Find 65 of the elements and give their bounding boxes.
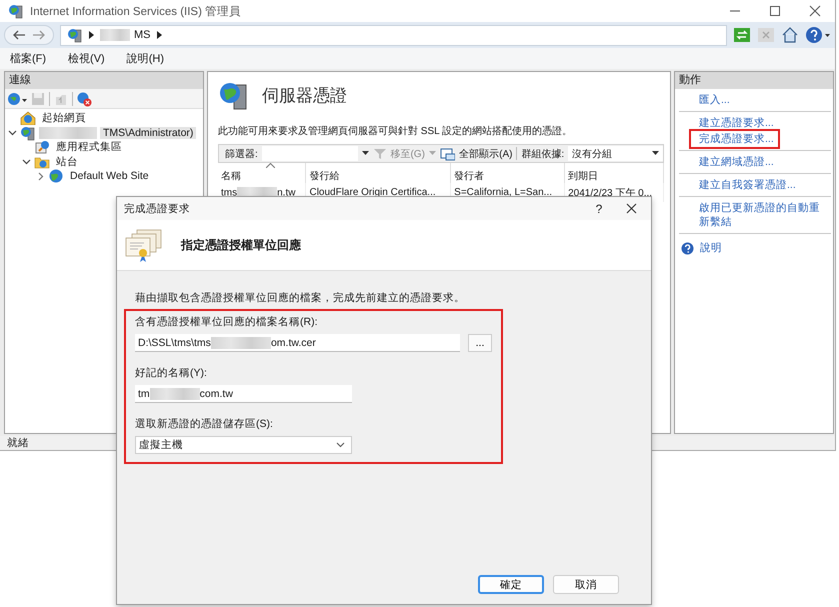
- refresh-icon[interactable]: [733, 27, 751, 43]
- tree-item[interactable]: 起始網頁: [39, 111, 89, 126]
- chevron-down-icon[interactable]: [22, 157, 30, 166]
- tree-item[interactable]: 應用程式集區: [53, 140, 125, 154]
- tree-item[interactable]: TMS\Administrator): [100, 126, 196, 139]
- action-link[interactable]: 啟用已更新憑證的自動重新繫結: [679, 200, 831, 230]
- server-icon: [20, 124, 36, 141]
- chevron-down-icon: [336, 442, 345, 448]
- page-title: 伺服器憑證: [262, 84, 347, 106]
- cancel-button[interactable]: 取消: [553, 575, 619, 594]
- dialog-heading: 指定憑證授權單位回應: [181, 236, 301, 254]
- certificate-icon: [123, 227, 163, 263]
- blurred-region: [150, 388, 200, 400]
- help-icon: [681, 242, 694, 254]
- sites-folder-icon: [34, 154, 50, 169]
- menu-item[interactable]: 檢視(V): [68, 51, 105, 66]
- server-icon: [67, 27, 83, 43]
- browse-button[interactable]: ...: [468, 334, 492, 352]
- window-title: Internet Information Services (IIS) 管理員: [30, 4, 242, 18]
- home-icon[interactable]: [781, 27, 799, 43]
- column-header[interactable]: 名稱: [218, 163, 306, 183]
- close-icon[interactable]: [809, 5, 821, 17]
- file-path-field[interactable]: D:\SSL\tms\tms om.tw.cer: [135, 334, 460, 352]
- breadcrumb-item[interactable]: MS: [134, 29, 150, 41]
- pane-header: 動作: [675, 72, 833, 89]
- tree-item[interactable]: Default Web Site: [67, 170, 152, 182]
- action-link[interactable]: 建立自我簽署憑證...: [679, 177, 800, 193]
- action-link[interactable]: 完成憑證要求...: [691, 131, 778, 147]
- field-label: 含有憑證授權單位回應的檔案名稱(R):: [135, 315, 318, 329]
- column-header[interactable]: 發行給: [306, 163, 451, 183]
- help-link[interactable]: 說明: [700, 241, 722, 255]
- caret-icon[interactable]: [156, 31, 162, 39]
- field-label: 好記的名稱(Y):: [135, 366, 208, 380]
- action-link[interactable]: 匯入...: [679, 92, 734, 108]
- back-button[interactable]: [11, 28, 27, 42]
- action-link[interactable]: 建立憑證要求...: [679, 115, 778, 131]
- field-label: 選取新憑證的憑證儲存區(S):: [135, 417, 274, 431]
- column-header[interactable]: 到期日: [564, 163, 664, 183]
- store-select[interactable]: 虛擬主機: [135, 436, 352, 454]
- dialog-title: 完成憑證要求: [124, 202, 191, 216]
- pane-header: 連線: [5, 72, 203, 89]
- globe-icon[interactable]: [7, 90, 27, 106]
- menu-item[interactable]: 說明(H): [126, 51, 164, 66]
- menu-item[interactable]: 檔案(F): [10, 51, 46, 66]
- action-link[interactable]: 建立網域憑證...: [679, 154, 778, 170]
- blurred-region: [210, 336, 271, 348]
- maximize-icon[interactable]: [769, 5, 781, 17]
- chevron-right-icon[interactable]: [36, 172, 44, 181]
- friendly-name-field[interactable]: tm com.tw: [135, 385, 352, 403]
- tree-item[interactable]: 站台: [53, 154, 81, 169]
- chevron-down-icon[interactable]: [8, 128, 16, 138]
- status-text: 就緒: [7, 436, 29, 450]
- home-icon: [20, 111, 36, 126]
- dialog-description: 藉由擷取包含憑證授權單位回應的檔案，完成先前建立的憑證要求。: [135, 291, 466, 305]
- help-icon[interactable]: [805, 26, 831, 44]
- column-header[interactable]: 發行者: [450, 163, 565, 183]
- page-description: 此功能可用來要求及管理網頁伺服器可與針對 SSL 設定的網站搭配使用的憑證。: [218, 124, 574, 138]
- disconnect-icon[interactable]: [76, 90, 92, 106]
- app-pool-icon: [34, 140, 50, 154]
- caret-icon[interactable]: [89, 31, 94, 39]
- ok-button[interactable]: 確定: [478, 575, 544, 594]
- app-icon: [8, 3, 24, 19]
- close-icon[interactable]: [626, 203, 637, 214]
- globe-icon: [48, 169, 64, 184]
- help-button[interactable]: ?: [584, 202, 614, 216]
